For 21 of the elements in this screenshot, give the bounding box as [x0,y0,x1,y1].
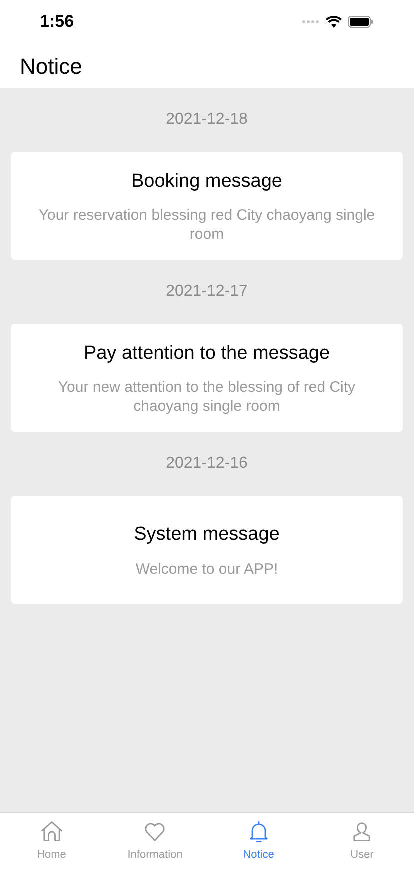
signal-icon [302,20,320,24]
notice-date: 2021-12-16 [166,454,248,474]
notice-body: Your reservation blessing red City chaoyang single room [38,206,376,244]
page-title: Notice [20,52,82,80]
wifi-icon [326,16,342,28]
notice-card[interactable]: Pay attention to the message Your new attention to the blessing of red City chaoyang single room [11,324,403,432]
notice-card[interactable]: System message Welcome to our APP! [11,496,403,604]
tab-item[interactable]: User [310,813,414,896]
notice-title: Booking message [131,170,283,194]
battery-icon [348,16,374,28]
status-time: 1:56 [40,11,74,34]
notice-card[interactable]: Booking message Your reservation blessing red City chaoyang single room [11,152,403,260]
notice-body: Your new attention to the blessing of red City chaoyang single room [57,378,357,416]
notice-date: 2021-12-17 [166,282,248,302]
notice-title: Pay attention to the message [84,342,330,366]
notice-date: 2021-12-18 [166,110,248,130]
tab-item[interactable]: Home [0,813,104,896]
notice-body: Welcome to our APP! [136,560,278,579]
tab-item[interactable]: Notice [207,813,310,896]
tab-item[interactable]: Information [104,813,207,896]
notice-title: System message [134,523,280,548]
